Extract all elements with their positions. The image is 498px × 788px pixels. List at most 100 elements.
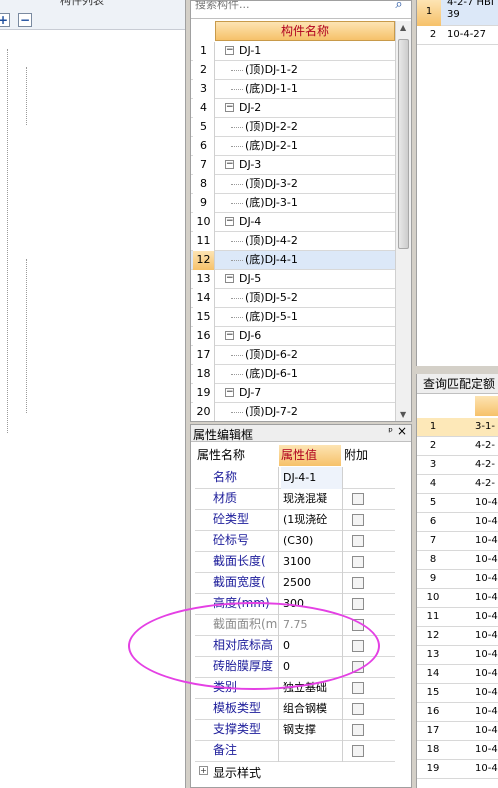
property-row[interactable]: 砼标号 (C30)	[195, 530, 395, 552]
scroll-down-icon[interactable]: ▼	[400, 410, 406, 419]
quota-row[interactable]: 2 4-2-	[417, 437, 498, 456]
property-value[interactable]: 现浇混凝	[281, 488, 343, 510]
quota-row[interactable]: 5 10-4	[417, 494, 498, 513]
property-value[interactable]: 3100	[281, 551, 343, 573]
tree-item[interactable]	[0, 181, 185, 197]
tree-item[interactable]	[0, 149, 185, 165]
grid-row[interactable]: 2 (顶)DJ-1-2	[191, 61, 395, 80]
extra-checkbox[interactable]	[352, 577, 364, 589]
expand-icon[interactable]: +	[199, 766, 208, 775]
tree-item[interactable]	[0, 389, 185, 405]
grid-row[interactable]: 10 − DJ-4	[191, 213, 395, 232]
display-style-row[interactable]: + 显示样式	[195, 761, 395, 783]
extra-checkbox[interactable]	[352, 703, 364, 715]
tree-item[interactable]	[0, 69, 185, 85]
tree-item[interactable]	[0, 357, 185, 373]
tree-item[interactable]	[0, 421, 185, 437]
tree-item[interactable]	[0, 341, 185, 357]
extra-checkbox[interactable]	[352, 724, 364, 736]
property-row[interactable]: 名称 DJ-4-1	[195, 467, 395, 489]
tree-item[interactable]	[0, 309, 185, 325]
property-value[interactable]	[281, 740, 343, 762]
property-row[interactable]: 截面宽度(2500	[195, 572, 395, 594]
quota-row[interactable]: 10 10-4	[417, 589, 498, 608]
quota-row[interactable]: 16 10-4	[417, 703, 498, 722]
quota-row[interactable]: 15 10-4	[417, 684, 498, 703]
grid-row[interactable]: 5 (顶)DJ-2-2	[191, 118, 395, 137]
collapse-icon[interactable]: −	[225, 217, 234, 226]
extra-checkbox[interactable]	[352, 745, 364, 757]
collapse-icon[interactable]: −	[225, 160, 234, 169]
property-value[interactable]: (C30)	[281, 530, 343, 552]
quota-row[interactable]: 12 10-4	[417, 627, 498, 646]
tree-item[interactable]	[0, 373, 185, 389]
collapse-icon[interactable]: −	[225, 46, 234, 55]
grid-row[interactable]: 13 − DJ-5	[191, 270, 395, 289]
grid-row[interactable]: 11 (顶)DJ-4-2	[191, 232, 395, 251]
remove-component-button[interactable]: −	[18, 13, 32, 27]
quota-row[interactable]: 18 10-4	[417, 741, 498, 760]
tree-item[interactable]	[0, 165, 185, 181]
property-value[interactable]: DJ-4-1	[281, 467, 343, 489]
quota-row[interactable]: 6 10-4	[417, 513, 498, 532]
matched-row[interactable]: 2 10-4-27	[417, 26, 498, 45]
tree-item[interactable]	[0, 437, 185, 453]
grid-row[interactable]: 9 (底)DJ-3-1	[191, 194, 395, 213]
grid-row[interactable]: 17 (顶)DJ-6-2	[191, 346, 395, 365]
property-row[interactable]: 模板类型 组合钢模	[195, 698, 395, 720]
grid-row[interactable]: 1 − DJ-1	[191, 42, 395, 61]
property-row[interactable]: 材质 现浇混凝	[195, 488, 395, 510]
tree-item[interactable]	[0, 213, 185, 229]
grid-row[interactable]: 7 − DJ-3	[191, 156, 395, 175]
collapse-icon[interactable]: −	[225, 274, 234, 283]
grid-row[interactable]: 16 − DJ-6	[191, 327, 395, 346]
property-row[interactable]: 截面长度(3100	[195, 551, 395, 573]
tree-item[interactable]	[0, 117, 185, 133]
grid-row[interactable]: 18 (底)DJ-6-1	[191, 365, 395, 384]
grid-row[interactable]: 8 (顶)DJ-3-2	[191, 175, 395, 194]
property-row[interactable]: 备注	[195, 740, 395, 762]
add-component-button[interactable]: +	[0, 13, 10, 27]
grid-scrollbar[interactable]: ▲ ▼	[395, 21, 411, 421]
close-icon[interactable]: ×	[397, 425, 407, 438]
grid-row[interactable]: 4 − DJ-2	[191, 99, 395, 118]
grid-row[interactable]: 12 (底)DJ-4-1	[191, 251, 395, 270]
tree-item[interactable]	[0, 277, 185, 293]
property-value[interactable]: (1现浇砼	[281, 509, 343, 531]
tree-item[interactable]	[0, 85, 185, 101]
tree-item[interactable]	[0, 261, 185, 277]
quota-row[interactable]: 8 10-4	[417, 551, 498, 570]
grid-row[interactable]: 3 (底)DJ-1-1	[191, 80, 395, 99]
scroll-up-icon[interactable]: ▲	[400, 23, 406, 32]
property-value[interactable]: 组合钢模	[281, 698, 343, 720]
quota-row[interactable]: 9 10-4	[417, 570, 498, 589]
quota-row[interactable]: 14 10-4	[417, 665, 498, 684]
quota-row[interactable]: 17 10-4	[417, 722, 498, 741]
quota-row[interactable]: 11 10-4	[417, 608, 498, 627]
quota-row[interactable]: 1 3-1-	[417, 418, 498, 437]
property-value[interactable]: 钢支撑	[281, 719, 343, 741]
collapse-icon[interactable]: −	[225, 388, 234, 397]
matched-row[interactable]: 1 4-2-7 HBI 39	[417, 0, 498, 26]
quota-row[interactable]: 7 10-4	[417, 532, 498, 551]
extra-checkbox[interactable]	[352, 598, 364, 610]
property-row[interactable]: 砼类型 (1现浇砼	[195, 509, 395, 531]
quota-row[interactable]: 13 10-4	[417, 646, 498, 665]
search-input[interactable]	[195, 1, 385, 12]
extra-checkbox[interactable]	[352, 493, 364, 505]
tree-item[interactable]	[0, 325, 185, 341]
grid-row[interactable]: 14 (顶)DJ-5-2	[191, 289, 395, 308]
scrollbar-thumb[interactable]	[398, 39, 409, 249]
grid-row[interactable]: 20 (顶)DJ-7-2	[191, 403, 395, 421]
property-row[interactable]: 支撑类型 钢支撑	[195, 719, 395, 741]
tree-item[interactable]	[0, 53, 185, 69]
collapse-icon[interactable]: −	[225, 331, 234, 340]
tree-item[interactable]	[0, 37, 185, 53]
quota-row[interactable]: 4 4-2-	[417, 475, 498, 494]
grid-row[interactable]: 19 − DJ-7	[191, 384, 395, 403]
tree-item[interactable]	[0, 101, 185, 117]
grid-row[interactable]: 6 (底)DJ-2-1	[191, 137, 395, 156]
tree-item[interactable]	[0, 245, 185, 261]
tree-item[interactable]	[0, 405, 185, 421]
extra-checkbox[interactable]	[352, 556, 364, 568]
